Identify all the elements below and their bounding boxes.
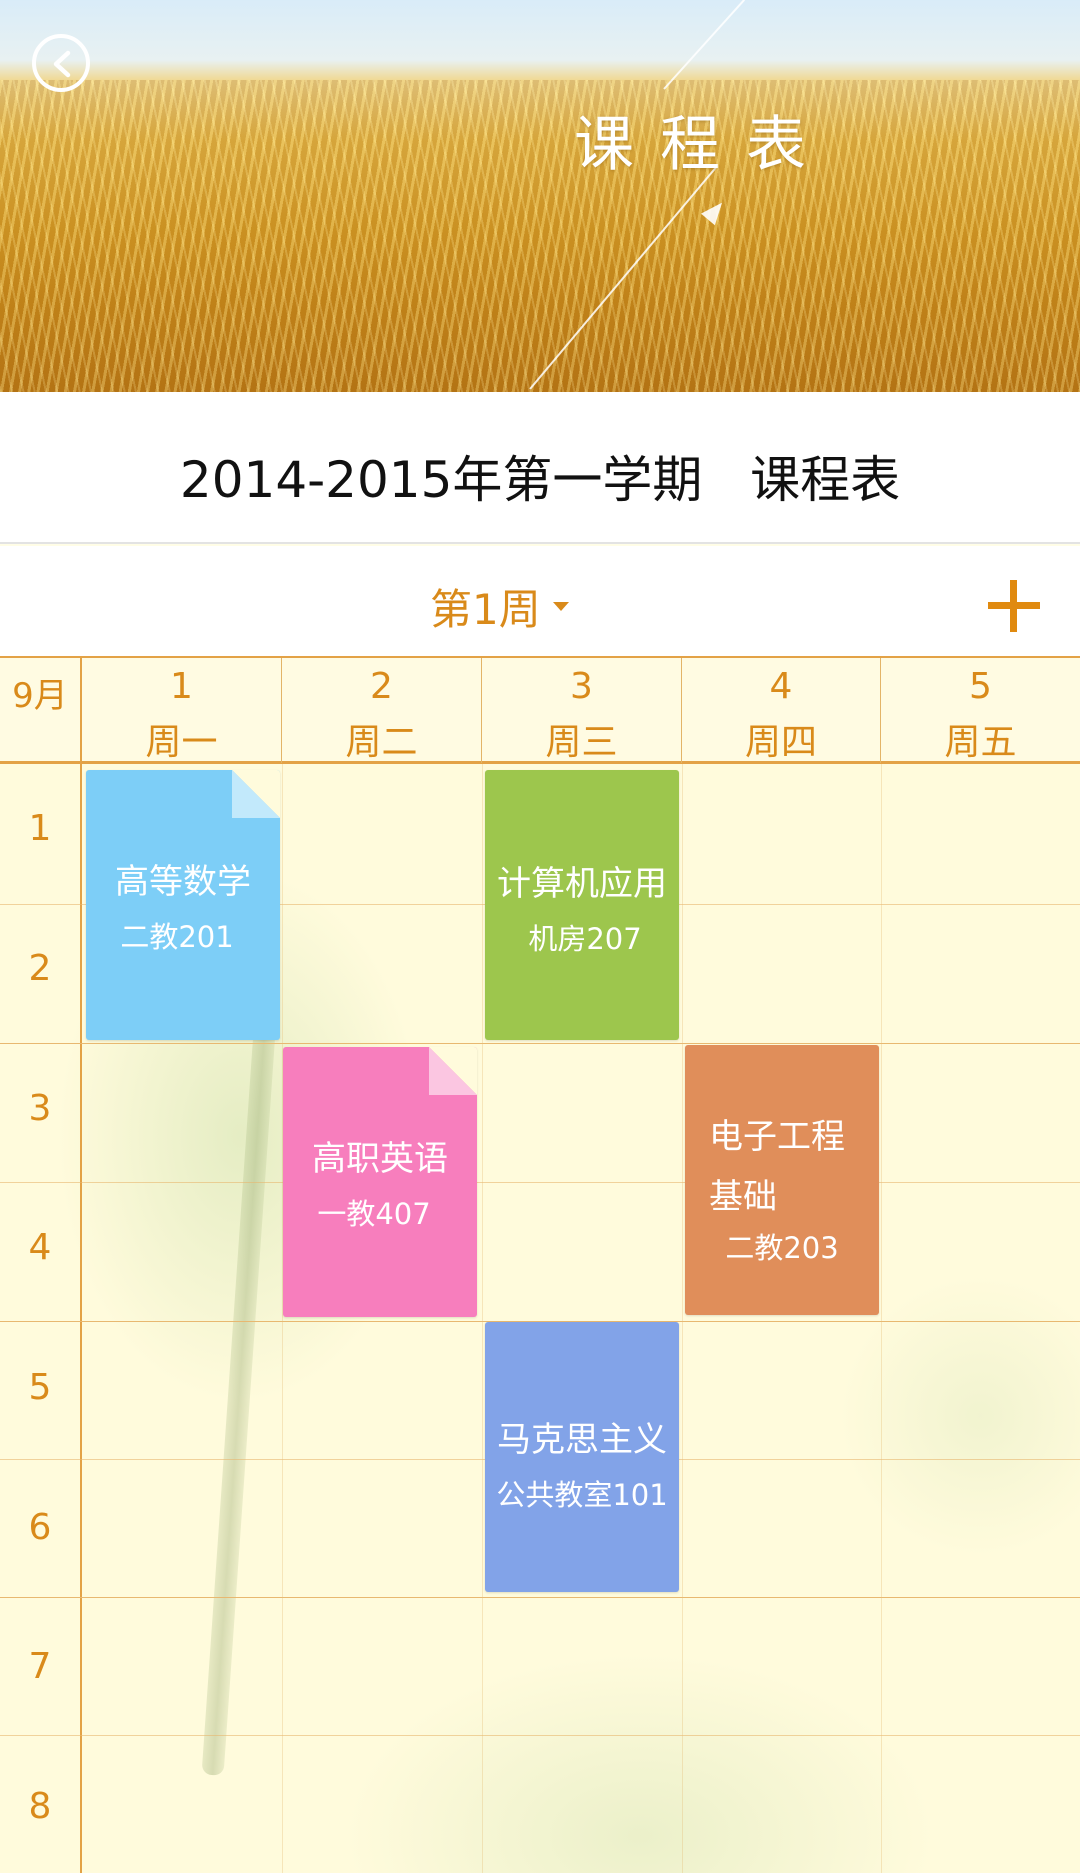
day-number: 2 bbox=[370, 666, 393, 707]
add-course-button[interactable] bbox=[988, 580, 1040, 632]
course-room: 机房207 bbox=[528, 922, 642, 956]
course-name-line2: 基础 bbox=[709, 1177, 777, 1217]
term-bar: 2014-2015年第一学期 课程表 bbox=[0, 392, 1080, 544]
period-label: 5 bbox=[28, 1367, 52, 1408]
day-number: 3 bbox=[570, 666, 593, 707]
page-title: 课程表 bbox=[574, 110, 832, 180]
week-bar: 第1周 bbox=[0, 546, 1080, 656]
day-header-fri: 5 周五 bbox=[881, 658, 1080, 763]
day-number: 1 bbox=[170, 666, 193, 707]
week-label: 第1周 bbox=[430, 585, 541, 634]
month-cell: 9月 bbox=[0, 658, 82, 766]
course-room: 二教201 bbox=[120, 920, 234, 954]
chevron-left-icon bbox=[53, 50, 71, 78]
course-name: 高等数学 bbox=[115, 862, 251, 902]
course-name: 计算机应用 bbox=[497, 864, 667, 904]
day-name: 周五 bbox=[944, 722, 1017, 763]
week-selector[interactable]: 第1周 bbox=[430, 576, 569, 637]
term-title: 2014-2015年第一学期 课程表 bbox=[179, 451, 901, 509]
grid-line bbox=[0, 1043, 1080, 1044]
header-banner: 课程表 bbox=[0, 0, 1080, 392]
course-name: 高职英语 bbox=[312, 1139, 448, 1179]
course-name: 马克思主义 bbox=[497, 1420, 667, 1460]
course-room: 公共教室101 bbox=[496, 1478, 668, 1512]
period-column bbox=[0, 764, 82, 1873]
month-label: 9月 bbox=[12, 676, 68, 716]
period-label: 4 bbox=[28, 1227, 52, 1268]
grid-line bbox=[881, 764, 882, 1873]
day-name: 周三 bbox=[545, 722, 618, 763]
day-header-mon: 1 周一 bbox=[82, 658, 282, 763]
period-label: 3 bbox=[28, 1088, 52, 1129]
period-label: 8 bbox=[28, 1786, 52, 1827]
course-room: 二教203 bbox=[725, 1231, 839, 1265]
wheat-field-image bbox=[0, 80, 1080, 392]
background-illustration bbox=[201, 1016, 277, 1776]
grid-line bbox=[0, 1735, 1080, 1736]
day-number: 4 bbox=[769, 666, 793, 707]
caret-down-icon bbox=[552, 602, 569, 611]
day-header-wed: 3 周三 bbox=[482, 658, 682, 763]
grid-line bbox=[0, 1597, 1080, 1598]
course-card-english[interactable]: 高职英语 一教407 bbox=[283, 1047, 477, 1317]
period-label: 2 bbox=[28, 948, 52, 989]
folded-corner-shade bbox=[429, 1047, 477, 1095]
day-name: 周二 bbox=[345, 722, 418, 763]
day-header-row: 9月 1 周一 2 周二 3 周三 4 周四 5 周五 bbox=[0, 656, 1080, 766]
period-label: 6 bbox=[28, 1507, 52, 1548]
day-header-thu: 4 周四 bbox=[682, 658, 881, 763]
folded-corner-shade bbox=[232, 770, 280, 818]
course-card-math[interactable]: 高等数学 二教201 bbox=[86, 770, 280, 1040]
grid-line bbox=[682, 764, 683, 1873]
course-room: 一教407 bbox=[317, 1197, 431, 1231]
day-header-tue: 2 周二 bbox=[282, 658, 482, 763]
day-number: 5 bbox=[969, 666, 992, 707]
course-name-line1: 电子工程 bbox=[709, 1117, 845, 1157]
grid-line bbox=[0, 1182, 1080, 1183]
back-button[interactable] bbox=[32, 34, 90, 92]
course-card-computer[interactable]: 计算机应用 机房207 bbox=[485, 770, 679, 1040]
day-name: 周一 bbox=[145, 722, 218, 763]
day-name: 周四 bbox=[744, 722, 817, 763]
course-card-marxism[interactable]: 马克思主义 公共教室101 bbox=[485, 1322, 679, 1592]
grid-line bbox=[482, 764, 483, 1873]
period-label: 1 bbox=[28, 808, 52, 849]
timetable-grid: 9月 1 周一 2 周二 3 周三 4 周四 5 周五 1 2 3 4 5 6 … bbox=[0, 656, 1080, 1873]
decorative-line bbox=[663, 0, 746, 90]
period-label: 7 bbox=[28, 1646, 52, 1687]
course-card-electronics[interactable]: 电子工程 基础 二教203 bbox=[685, 1045, 879, 1315]
plus-icon-stroke bbox=[1010, 580, 1017, 632]
grid-line bbox=[282, 764, 283, 1873]
